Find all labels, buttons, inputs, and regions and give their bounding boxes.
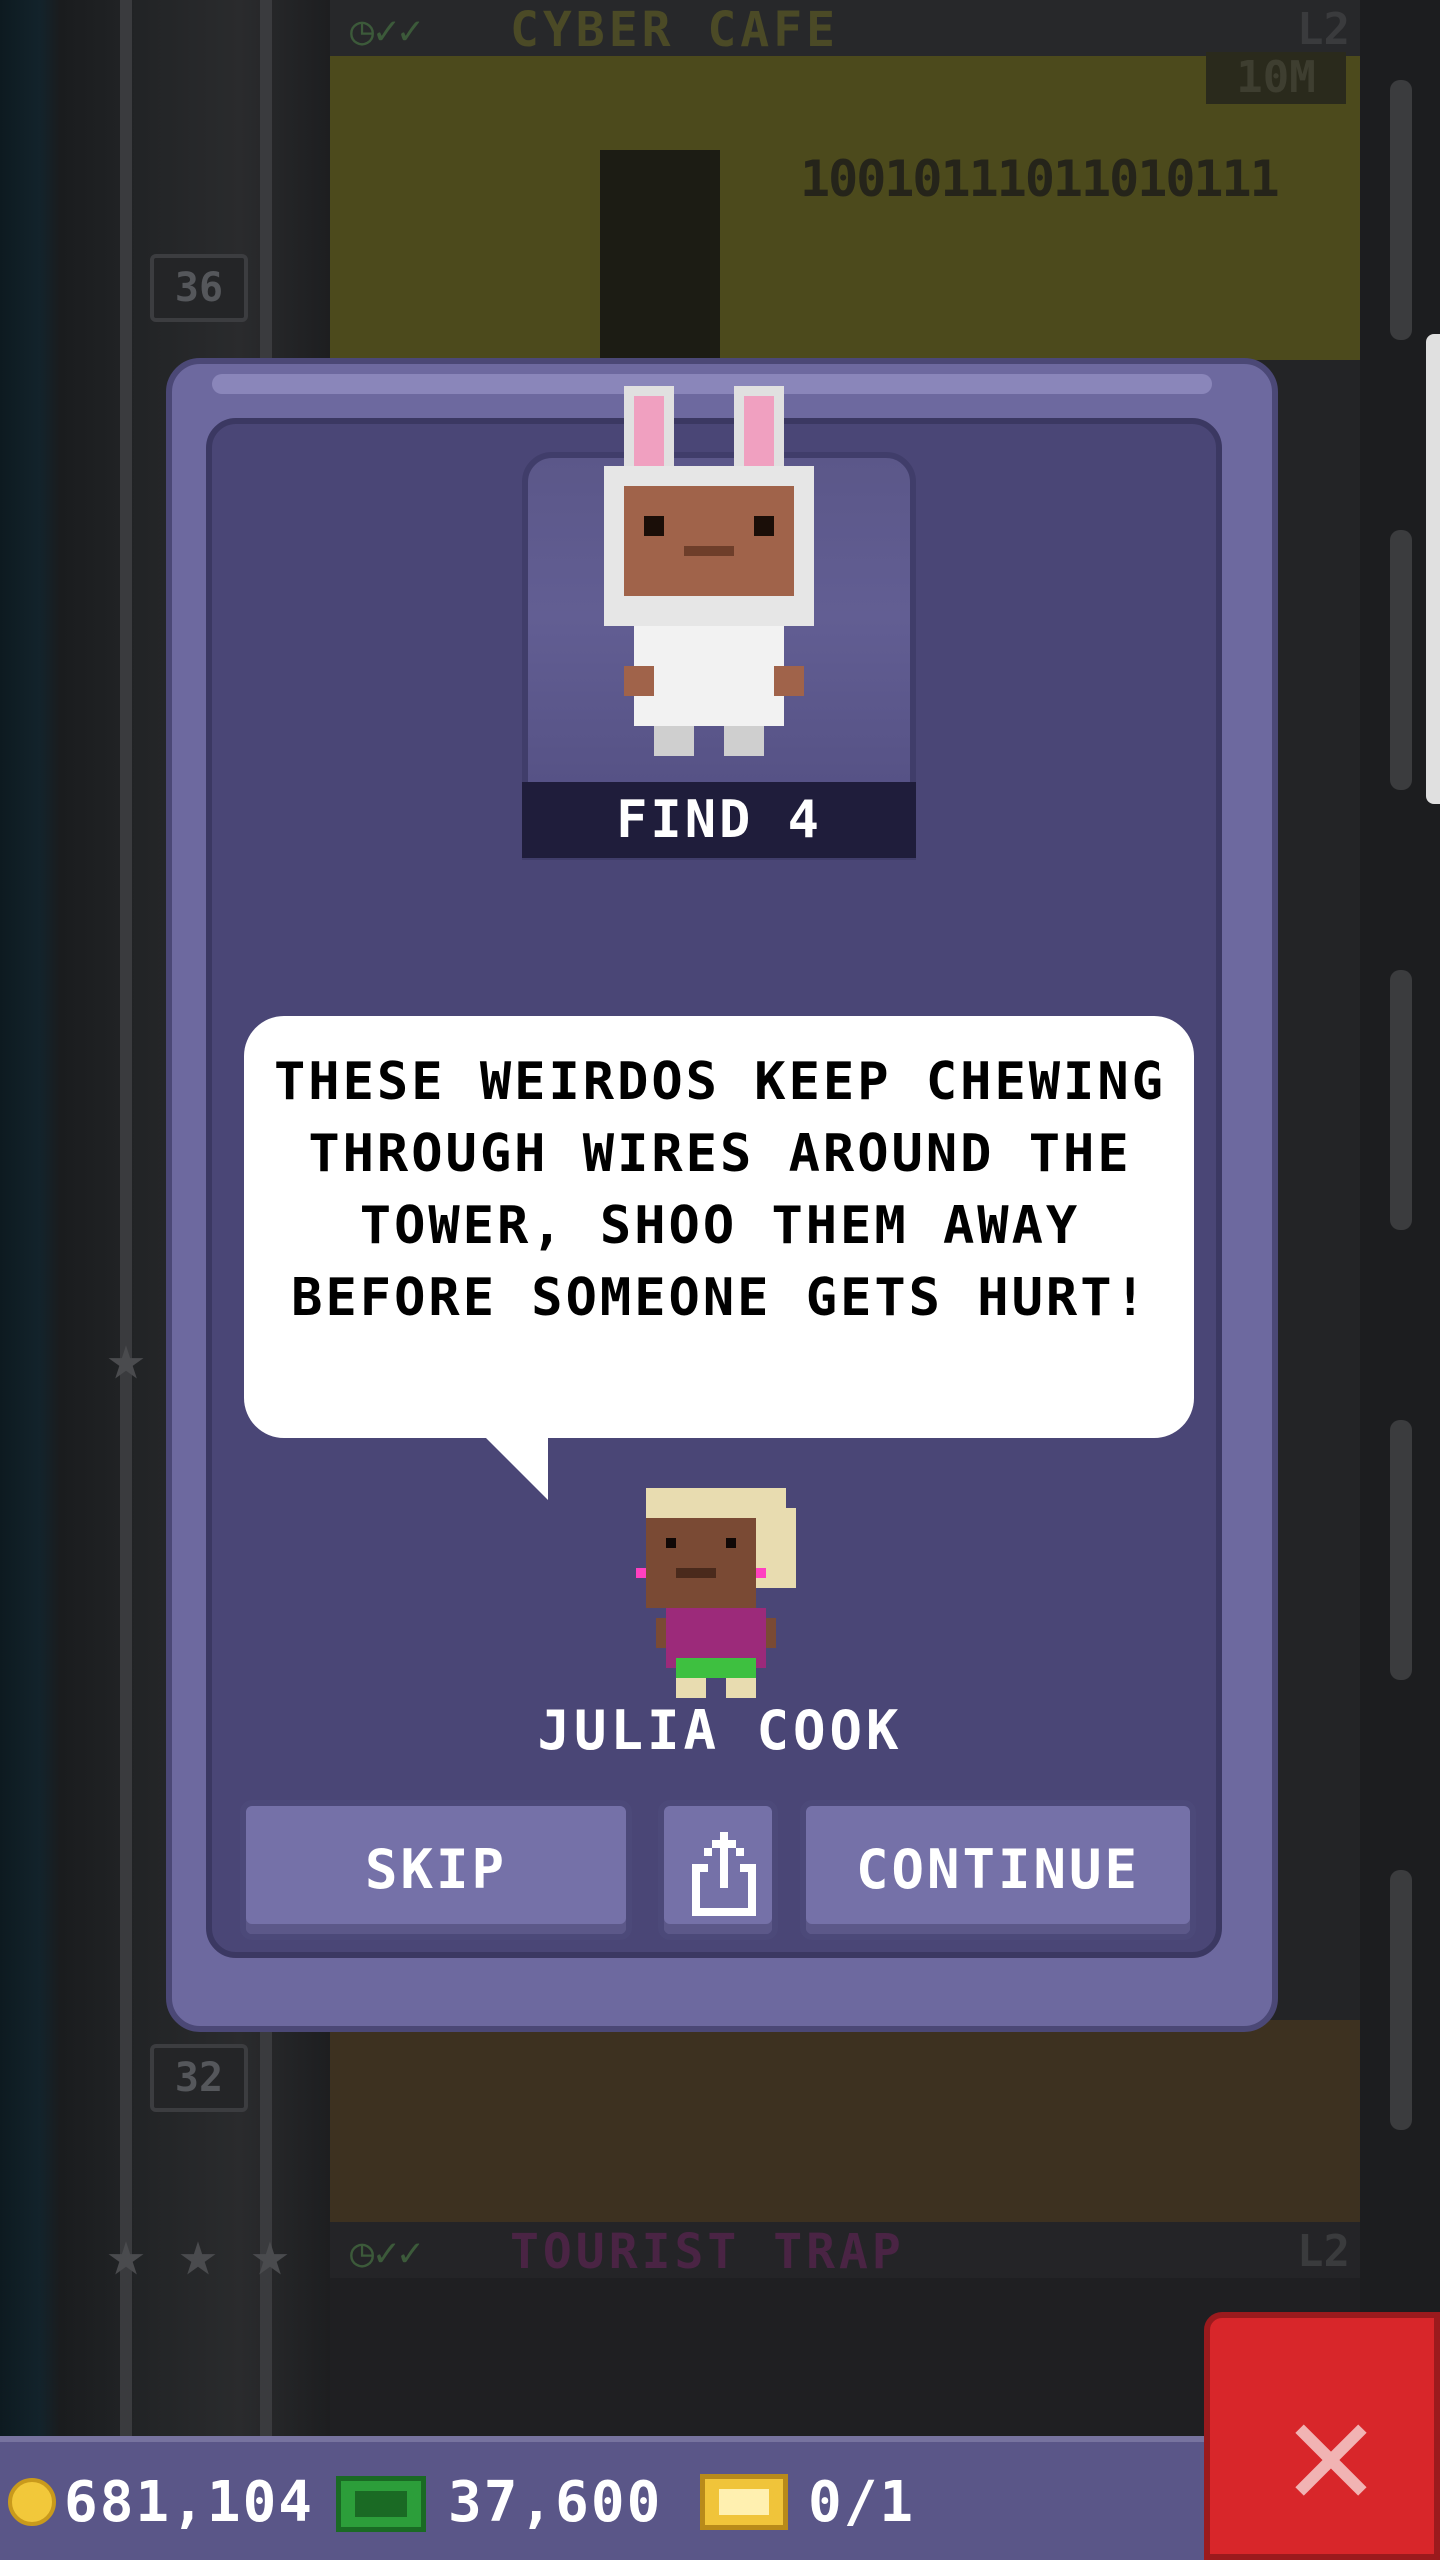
- close-button[interactable]: ✕: [1204, 2312, 1440, 2560]
- scroll-marker: [1390, 80, 1412, 340]
- coins-amount: 681,104: [64, 2470, 315, 2535]
- star-icon: ★: [178, 2217, 218, 2291]
- bunny-costume-bitizen: [604, 386, 814, 756]
- speech-text: THESE WEIRDOS KEEP CHEWING THROUGH WIRES…: [274, 1052, 1166, 1328]
- scroll-marker: [1390, 1420, 1412, 1680]
- floor-number: 32: [150, 2044, 248, 2112]
- floor-shop[interactable]: [330, 2020, 1360, 2230]
- side-scrollbar[interactable]: [1426, 334, 1440, 804]
- floor-level: L2: [1297, 2226, 1350, 2277]
- scroll-marker: [1390, 530, 1412, 790]
- cash-icon: [336, 2476, 426, 2532]
- star-icon: ★: [106, 1321, 146, 1395]
- floor-header: ◷✓✓ TOURIST TRAP L2: [330, 2222, 1360, 2280]
- floor-level: L2: [1297, 4, 1350, 55]
- star-icon: ★: [106, 2217, 146, 2291]
- floor-status-icons: ◷✓✓: [350, 8, 423, 54]
- find-count-label: FIND 4: [616, 790, 822, 850]
- binary-sign: 10010111011010111: [800, 150, 1280, 208]
- close-icon: ✕: [1285, 2366, 1377, 2540]
- floor-header: ◷✓✓ CYBER CAFE L2: [330, 0, 1360, 58]
- scroll-marker: [1390, 970, 1412, 1230]
- share-icon: [692, 1832, 756, 1916]
- bux-amount: 0/1: [808, 2470, 916, 2535]
- continue-button[interactable]: CONTINUE: [800, 1800, 1196, 1940]
- npc-name: JULIA COOK: [537, 1699, 903, 1762]
- skip-button[interactable]: SKIP: [240, 1800, 632, 1940]
- scroll-marker: [1390, 1870, 1412, 2130]
- floor-cyber-cafe[interactable]: ◷✓✓ CYBER CAFE L2 10M 10010111011010111: [330, 0, 1360, 360]
- share-button[interactable]: [658, 1800, 778, 1940]
- coin-icon: [8, 2478, 56, 2526]
- floor-name: CYBER CAFE: [510, 2, 839, 58]
- npc-julia-cook: [636, 1488, 796, 1698]
- star-icon: ★: [250, 2217, 290, 2291]
- floor-number: 36: [150, 254, 248, 322]
- elevator-rail: [120, 0, 132, 2440]
- floor-door: [600, 150, 720, 360]
- game-screen: 36 32 ★ ★ ★ ★ ◷✓✓ CYBER CAFE L2 10M 1001…: [0, 0, 1440, 2560]
- bux-icon: [700, 2474, 788, 2530]
- cash-amount: 37,600: [448, 2470, 663, 2535]
- floor-name: TOURIST TRAP: [510, 2224, 905, 2280]
- speech-bubble-tail: [478, 1430, 548, 1500]
- floor-price: 10M: [1206, 52, 1346, 104]
- floor-status-icons: ◷✓✓: [350, 2230, 423, 2276]
